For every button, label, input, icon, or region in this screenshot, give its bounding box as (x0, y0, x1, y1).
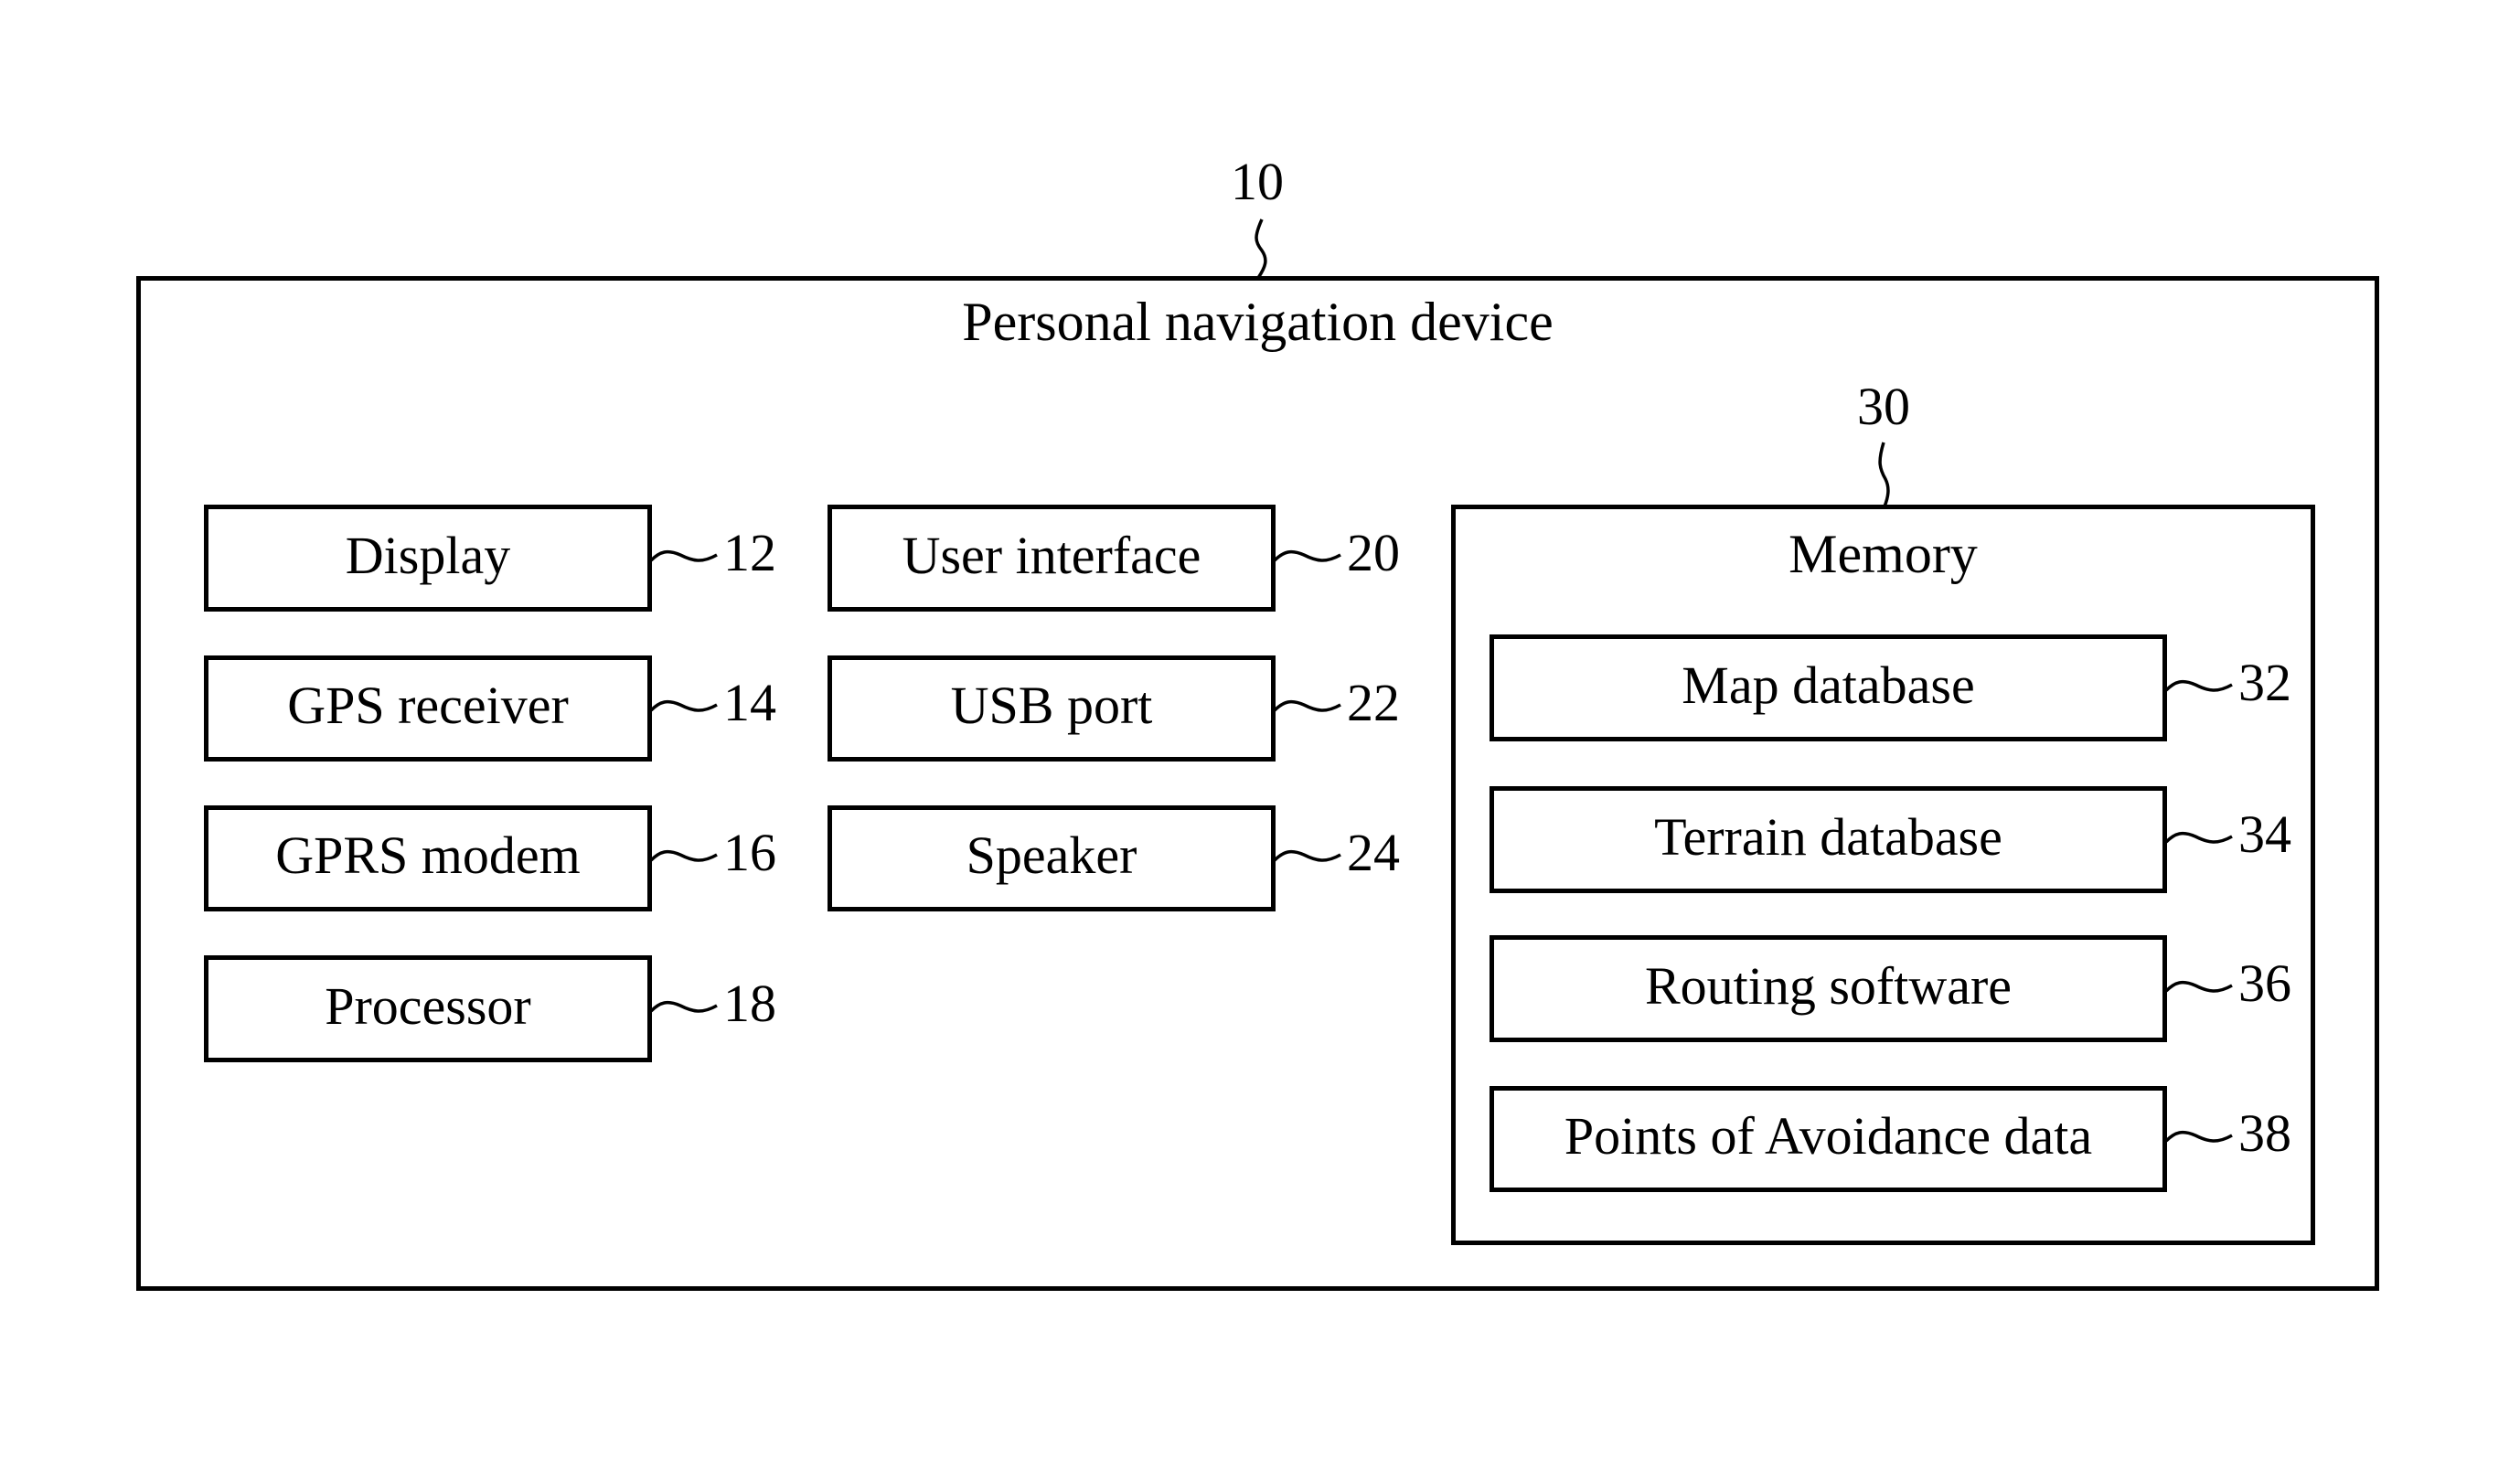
component-box-gps-receiver: GPS receiver (204, 655, 652, 762)
leader-line (2164, 831, 2233, 844)
leader-line (2164, 980, 2233, 993)
component-box-user-interface: User interface (828, 505, 1276, 612)
memory-box-map-database: Map database (1490, 634, 2167, 741)
component-label: Display (345, 525, 511, 585)
ref-numeral-memory: 30 (1857, 377, 1910, 436)
component-label: USB port (950, 676, 1153, 736)
memory-item-label: Points of Avoidance data (1564, 1106, 2093, 1166)
ref-numeral: 20 (1347, 522, 1400, 582)
ref-numeral: 14 (723, 673, 776, 732)
ref-numeral: 36 (2238, 953, 2291, 1013)
component-box-gprs-modem: GPRS modem (204, 805, 652, 911)
ref-numeral: 34 (2238, 804, 2291, 864)
leader-line-memory (1878, 442, 1890, 507)
leader-line (1273, 549, 1341, 562)
ref-numeral-device: 10 (1231, 152, 1284, 211)
memory-item-label: Terrain database (1654, 806, 2002, 867)
leader-line (649, 1000, 718, 1013)
component-box-usb-port: USB port (828, 655, 1276, 762)
leader-line (2164, 679, 2233, 692)
ref-numeral: 32 (2238, 652, 2291, 712)
leader-line (649, 849, 718, 862)
ref-numeral: 18 (723, 973, 776, 1033)
memory-item-label: Routing software (1644, 955, 2013, 1016)
component-label: User interface (902, 525, 1201, 585)
component-label: GPS receiver (287, 676, 569, 736)
leader-line (1273, 849, 1341, 862)
component-box-speaker: Speaker (828, 805, 1276, 911)
device-title: Personal navigation device (962, 292, 1554, 352)
ref-numeral: 24 (1347, 823, 1400, 882)
ref-numeral: 12 (723, 522, 776, 582)
leader-line-device (1255, 218, 1267, 279)
component-label: Speaker (966, 826, 1137, 886)
leader-line (2164, 1130, 2233, 1143)
memory-box-points-of-avoidance: Points of Avoidance data (1490, 1086, 2167, 1192)
ref-numeral: 38 (2238, 1103, 2291, 1163)
leader-line (1273, 699, 1341, 712)
component-label: GPRS modem (275, 826, 581, 886)
leader-line (649, 699, 718, 712)
memory-item-label: Map database (1682, 655, 1975, 715)
component-label: Processor (325, 975, 531, 1036)
ref-numeral: 22 (1347, 673, 1400, 732)
ref-numeral: 16 (723, 823, 776, 882)
leader-line (649, 549, 718, 562)
component-box-processor: Processor (204, 955, 652, 1062)
component-box-display: Display (204, 505, 652, 612)
memory-box-routing-software: Routing software (1490, 935, 2167, 1042)
memory-box-terrain-database: Terrain database (1490, 786, 2167, 893)
memory-title: Memory (1789, 524, 1978, 584)
